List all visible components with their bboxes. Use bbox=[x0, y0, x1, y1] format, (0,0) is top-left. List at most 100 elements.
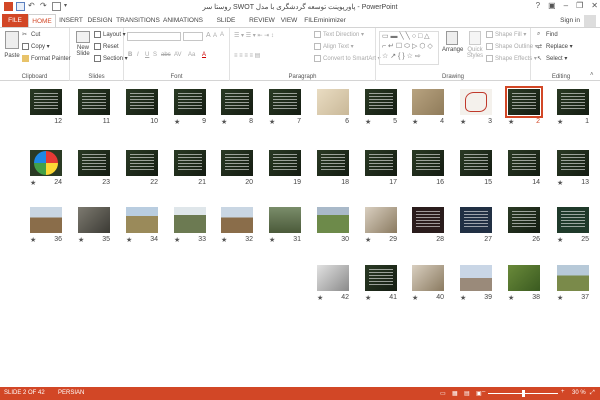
transition-star-icon[interactable]: ★ bbox=[412, 294, 418, 302]
slide-thumbnail[interactable] bbox=[221, 207, 253, 233]
tab-file[interactable]: FILE bbox=[2, 14, 28, 28]
section-button[interactable]: Section ▾ bbox=[94, 55, 128, 62]
convert-smartart-button[interactable]: Convert to SmartArt ▾ bbox=[314, 55, 381, 62]
layout-button[interactable]: Layout ▾ bbox=[94, 31, 126, 38]
transition-star-icon[interactable]: ★ bbox=[508, 294, 514, 302]
slide-thumbnail[interactable] bbox=[460, 207, 492, 233]
sign-in-link[interactable]: Sign in bbox=[560, 17, 580, 24]
transition-star-icon[interactable]: ★ bbox=[317, 294, 323, 302]
align-icons[interactable]: ≡ ≡ ≡ ≡ ▤ bbox=[234, 52, 260, 59]
tab-view[interactable]: VIEW bbox=[278, 14, 300, 28]
slide-thumbnail[interactable] bbox=[317, 265, 349, 291]
slide-thumbnail[interactable] bbox=[508, 265, 540, 291]
clear-formatting-button[interactable]: A bbox=[220, 32, 224, 38]
tab-animations[interactable]: ANIMATIONS bbox=[162, 14, 204, 28]
slide-thumbnail[interactable] bbox=[30, 89, 62, 115]
tab-transitions[interactable]: TRANSITIONS bbox=[116, 14, 160, 28]
slide-thumbnail[interactable] bbox=[78, 89, 110, 115]
transition-star-icon[interactable]: ★ bbox=[78, 236, 84, 244]
transition-star-icon[interactable]: ★ bbox=[412, 118, 418, 126]
slideshow-view-icon[interactable]: ▣ bbox=[476, 390, 482, 397]
minimize-button[interactable]: – bbox=[564, 1, 568, 10]
transition-star-icon[interactable]: ★ bbox=[557, 294, 563, 302]
bold-button[interactable]: B bbox=[128, 52, 132, 58]
slide-thumbnail[interactable] bbox=[269, 150, 301, 176]
quick-styles-button[interactable]: Quick Styles bbox=[466, 31, 484, 59]
tab-fileminimizer[interactable]: FILEminimizer bbox=[302, 14, 348, 28]
slide-thumbnail[interactable] bbox=[460, 150, 492, 176]
arrange-button[interactable]: Arrange bbox=[442, 31, 463, 53]
slide-thumbnail[interactable] bbox=[412, 89, 444, 115]
transition-star-icon[interactable]: ★ bbox=[365, 294, 371, 302]
copy-button[interactable]: Copy ▾ bbox=[22, 43, 50, 50]
transition-star-icon[interactable]: ★ bbox=[30, 236, 36, 244]
shadow-button[interactable]: S bbox=[153, 52, 157, 58]
transition-star-icon[interactable]: ★ bbox=[221, 118, 227, 126]
transition-star-icon[interactable]: ★ bbox=[126, 236, 132, 244]
transition-star-icon[interactable]: ★ bbox=[174, 118, 180, 126]
tab-slide-show[interactable]: SLIDE SHOW bbox=[206, 14, 246, 38]
select-button[interactable]: ↖ Select ▾ bbox=[537, 55, 567, 62]
transition-star-icon[interactable]: ★ bbox=[557, 179, 563, 187]
transition-star-icon[interactable]: ★ bbox=[30, 179, 36, 187]
slide-sorter-view-icon[interactable]: ▦ bbox=[452, 390, 458, 397]
change-case-button[interactable]: Aa bbox=[188, 52, 195, 58]
slide-thumbnail[interactable] bbox=[317, 150, 349, 176]
bullets-icon[interactable]: ☰ ▾ ☰ ▾ ⇤ ⇥ ↕ bbox=[234, 32, 274, 39]
shape-outline-button[interactable]: Shape Outline ▾ bbox=[486, 43, 538, 50]
text-direction-button[interactable]: Text Direction ▾ bbox=[314, 31, 364, 38]
slide-sorter-view[interactable]: 1 ★ 2 ★ 3 ★ 4 ★ 5 ★ 6 7 ★ 8 ★ 9 ★ 10 11 12 13 ★ 14 15 16 17 18 19 20… bbox=[0, 82, 600, 387]
collapse-ribbon-icon[interactable]: ˄ bbox=[590, 72, 594, 78]
language-indicator[interactable]: PERSIAN bbox=[58, 390, 84, 396]
fit-slide-icon[interactable]: ⤢ bbox=[590, 390, 595, 397]
slide-thumbnail[interactable] bbox=[30, 150, 62, 176]
slide-thumbnail[interactable] bbox=[365, 207, 397, 233]
slide-thumbnail[interactable] bbox=[365, 150, 397, 176]
tab-insert[interactable]: INSERT bbox=[57, 14, 85, 28]
shape-effects-button[interactable]: Shape Effects ▾ bbox=[486, 55, 537, 62]
slide-thumbnail[interactable] bbox=[557, 265, 589, 291]
close-button[interactable]: ✕ bbox=[591, 1, 598, 10]
slide-thumbnail[interactable] bbox=[365, 89, 397, 115]
transition-star-icon[interactable]: ★ bbox=[269, 118, 275, 126]
character-spacing-button[interactable]: AV bbox=[174, 52, 182, 58]
shrink-font-button[interactable]: A bbox=[213, 33, 217, 39]
slide-thumbnail[interactable] bbox=[221, 150, 253, 176]
slide-thumbnail[interactable] bbox=[174, 89, 206, 115]
underline-button[interactable]: U bbox=[145, 52, 149, 58]
slide-thumbnail[interactable] bbox=[317, 207, 349, 233]
restore-button[interactable]: ❐ bbox=[576, 1, 583, 10]
reset-button[interactable]: Reset bbox=[94, 43, 119, 50]
ribbon-display-options-icon[interactable]: ▣ bbox=[548, 1, 556, 10]
slide-thumbnail[interactable] bbox=[174, 150, 206, 176]
slide-thumbnail[interactable] bbox=[78, 207, 110, 233]
slide-thumbnail[interactable] bbox=[460, 265, 492, 291]
slide-thumbnail[interactable] bbox=[508, 207, 540, 233]
align-text-button[interactable]: Align Text ▾ bbox=[314, 43, 354, 50]
slide-thumbnail[interactable] bbox=[174, 207, 206, 233]
italic-button[interactable]: I bbox=[137, 52, 139, 58]
slide-thumbnail[interactable] bbox=[412, 207, 444, 233]
tab-design[interactable]: DESIGN bbox=[86, 14, 114, 28]
zoom-level[interactable]: 30 % bbox=[572, 390, 586, 396]
slide-thumbnail[interactable] bbox=[30, 207, 62, 233]
format-painter-button[interactable]: Format Painter bbox=[22, 55, 71, 62]
slide-thumbnail[interactable] bbox=[126, 89, 158, 115]
cut-button[interactable]: ✂ Cut bbox=[22, 31, 40, 38]
shape-fill-button[interactable]: Shape Fill ▾ bbox=[486, 31, 526, 38]
strikethrough-button[interactable]: abc bbox=[161, 52, 171, 58]
replace-button[interactable]: ⇄ Replace ▾ bbox=[537, 43, 573, 50]
transition-star-icon[interactable]: ★ bbox=[365, 236, 371, 244]
shapes-gallery[interactable]: ▭ ▬ ╲ ╲ ○ □ △ ⌐ ↵ ☐ ⬭ ▷ ⬡ ◇ ☆ ↗ { } ☆ ⇨ bbox=[379, 31, 439, 65]
font-color-button[interactable]: A bbox=[202, 52, 206, 58]
slide-thumbnail[interactable] bbox=[269, 207, 301, 233]
transition-star-icon[interactable]: ★ bbox=[508, 118, 514, 126]
new-slide-button[interactable]: New Slide bbox=[73, 31, 93, 69]
slide-thumbnail[interactable] bbox=[78, 150, 110, 176]
avatar[interactable] bbox=[584, 15, 596, 27]
zoom-in-button[interactable]: + bbox=[561, 389, 565, 395]
font-family-input[interactable] bbox=[127, 32, 181, 41]
slide-thumbnail[interactable] bbox=[126, 207, 158, 233]
slide-thumbnail[interactable] bbox=[412, 150, 444, 176]
font-size-input[interactable] bbox=[183, 32, 203, 41]
